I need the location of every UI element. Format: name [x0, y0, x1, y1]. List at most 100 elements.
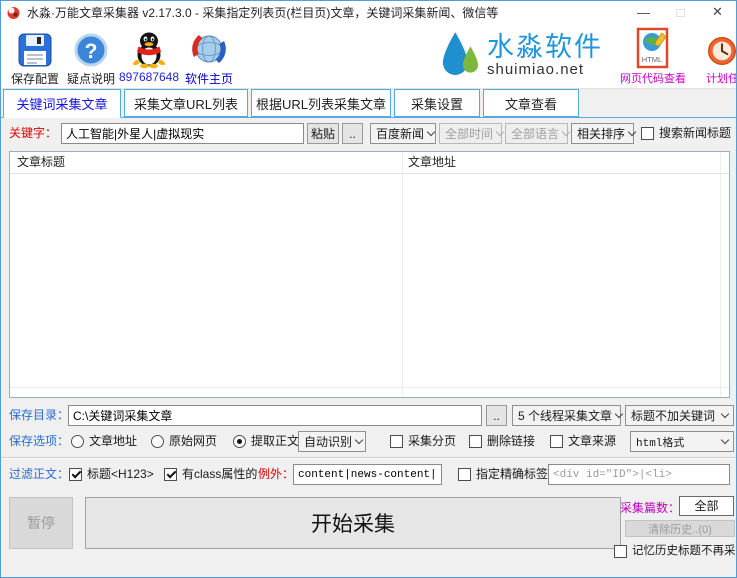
collect-count-input[interactable]: 全部	[679, 496, 734, 516]
chevron-down-icon	[721, 410, 729, 418]
app-window: 水淼·万能文章采集器 v2.17.3.0 - 采集指定列表页(栏目页)文章，关键…	[0, 0, 737, 578]
keyword-browse-button[interactable]: ..	[342, 123, 363, 144]
clear-history-button[interactable]: 清除历史..(0)	[625, 520, 735, 537]
radio-article-url[interactable]: 文章地址	[71, 431, 137, 452]
exception-input[interactable]	[293, 464, 442, 485]
filter-class-checkbox[interactable]: 有class属性的	[164, 464, 257, 485]
start-collect-button[interactable]: 开始采集	[85, 497, 621, 549]
save-config-button[interactable]: 保存配置	[4, 25, 66, 87]
checkbox-box[interactable]	[164, 468, 177, 481]
save-config-label: 保存配置	[4, 70, 66, 87]
radio-label: 原始网页	[169, 431, 217, 452]
column-header-url[interactable]: 文章地址	[402, 152, 720, 173]
search-news-title-checkbox[interactable]: 搜索新闻标题	[641, 123, 731, 144]
extract-mode-select[interactable]: 自动识别	[298, 431, 366, 452]
title-keyword-select[interactable]: 标题不加关键词	[625, 405, 734, 426]
checkbox-box[interactable]	[641, 127, 654, 140]
language-select[interactable]: 全部语言	[505, 123, 568, 144]
tab-collect-by-url-list[interactable]: 根据URL列表采集文章	[251, 89, 391, 117]
article-list-header: 文章标题 文章地址	[10, 152, 729, 174]
precise-tag-checkbox[interactable]: 指定精确标签	[458, 464, 548, 485]
qq-number-label: 897687648	[116, 70, 182, 84]
keyword-input[interactable]	[61, 123, 304, 144]
html-file-icon: HTML	[620, 25, 686, 69]
svg-text:?: ?	[85, 40, 98, 63]
close-button[interactable]: ✕	[699, 1, 736, 23]
save-dir-input[interactable]	[68, 405, 482, 426]
tab-keyword-collect[interactable]: 关键词采集文章	[3, 89, 121, 118]
globe-icon	[178, 25, 240, 69]
column-divider[interactable]	[402, 152, 403, 397]
sort-value: 相关排序	[577, 125, 625, 142]
svg-text:HTML: HTML	[642, 55, 662, 64]
qq-contact-button[interactable]: 897687648	[116, 25, 182, 84]
sort-select[interactable]: 相关排序	[571, 123, 634, 144]
checkbox-label: 标题<H123>	[87, 464, 154, 485]
maximize-button[interactable]: □	[662, 1, 699, 23]
remember-history-checkbox[interactable]: 记忆历史标题不再采集	[614, 541, 737, 562]
exception-label: 例外：	[258, 464, 294, 485]
scheduled-task-label: 计划任务	[706, 70, 737, 86]
chevron-down-icon	[427, 128, 435, 136]
keyword-label: 关键字：	[9, 123, 57, 144]
radio-box[interactable]	[151, 435, 164, 448]
view-page-code-button[interactable]: HTML 网页代码查看	[620, 25, 686, 86]
paste-button[interactable]: 粘贴	[307, 123, 339, 144]
tab-bar: 关键词采集文章 采集文章URL列表 根据URL列表采集文章 采集设置 文章查看	[1, 89, 736, 118]
checkbox-label: 搜索新闻标题	[659, 123, 731, 144]
help-button[interactable]: ? 疑点说明	[60, 25, 122, 87]
article-source-checkbox[interactable]: 文章来源	[550, 431, 616, 452]
article-list[interactable]: 文章标题 文章地址	[9, 151, 730, 398]
radio-label: 文章地址	[89, 431, 137, 452]
tab-article-view[interactable]: 文章查看	[483, 89, 579, 117]
pause-button[interactable]: 暂停	[9, 497, 73, 549]
radio-extract-body[interactable]: 提取正文	[233, 431, 299, 452]
time-range-select[interactable]: 全部时间	[439, 123, 502, 144]
tab-collect-url-list[interactable]: 采集文章URL列表	[124, 89, 248, 117]
checkbox-label: 有class属性的	[182, 464, 257, 485]
search-engine-select[interactable]: 百度新闻	[370, 123, 436, 144]
checkbox-label: 记忆历史标题不再采集	[632, 541, 737, 562]
precise-tag-input[interactable]	[548, 464, 730, 485]
app-icon	[6, 5, 21, 20]
save-format-select[interactable]: html格式	[630, 431, 734, 452]
filter-body-label: 过滤正文：	[9, 464, 69, 485]
threads-select[interactable]: 5 个线程采集文章	[512, 405, 621, 426]
titlebar: 水淼·万能文章采集器 v2.17.3.0 - 采集指定列表页(栏目页)文章，关键…	[1, 1, 736, 23]
save-dir-browse-button[interactable]: ..	[486, 405, 507, 426]
checkbox-box[interactable]	[390, 435, 403, 448]
brand-site: shuimiao.net	[487, 61, 603, 78]
radio-box[interactable]	[71, 435, 84, 448]
title-keyword-value: 标题不加关键词	[631, 407, 715, 424]
checkbox-label: 删除链接	[487, 431, 535, 452]
homepage-button[interactable]: 软件主页	[178, 25, 240, 87]
radio-original-page[interactable]: 原始网页	[151, 431, 217, 452]
minimize-button[interactable]: —	[625, 1, 662, 23]
window-title: 水淼·万能文章采集器 v2.17.3.0 - 采集指定列表页(栏目页)文章，关键…	[27, 4, 498, 21]
column-header-title[interactable]: 文章标题	[10, 152, 402, 173]
brand-logo: 水淼软件 shuimiao.net	[441, 29, 603, 81]
checkbox-box[interactable]	[614, 545, 627, 558]
scheduled-task-button[interactable]: 计划任务	[706, 25, 737, 86]
view-page-code-label: 网页代码查看	[620, 70, 686, 86]
filter-title-checkbox[interactable]: 标题<H123>	[69, 464, 154, 485]
checkbox-box[interactable]	[469, 435, 482, 448]
chevron-down-icon	[628, 128, 636, 136]
remove-links-checkbox[interactable]: 删除链接	[469, 431, 535, 452]
radio-box[interactable]	[233, 435, 246, 448]
list-scroll-divider	[10, 387, 729, 388]
radio-label: 提取正文	[251, 431, 299, 452]
checkbox-box[interactable]	[69, 468, 82, 481]
collect-pagination-checkbox[interactable]: 采集分页	[390, 431, 456, 452]
time-range-value: 全部时间	[445, 125, 493, 142]
chevron-down-icon	[562, 128, 570, 136]
chevron-down-icon	[721, 436, 729, 444]
checkbox-label: 文章来源	[568, 431, 616, 452]
checkbox-box[interactable]	[458, 468, 471, 481]
toolbar: 保存配置 ? 疑点说明	[1, 23, 736, 89]
tab-collect-settings[interactable]: 采集设置	[394, 89, 480, 117]
floppy-disk-icon	[4, 25, 66, 69]
save-format-value: html格式	[636, 434, 684, 450]
checkbox-box[interactable]	[550, 435, 563, 448]
column-divider[interactable]	[720, 152, 721, 397]
